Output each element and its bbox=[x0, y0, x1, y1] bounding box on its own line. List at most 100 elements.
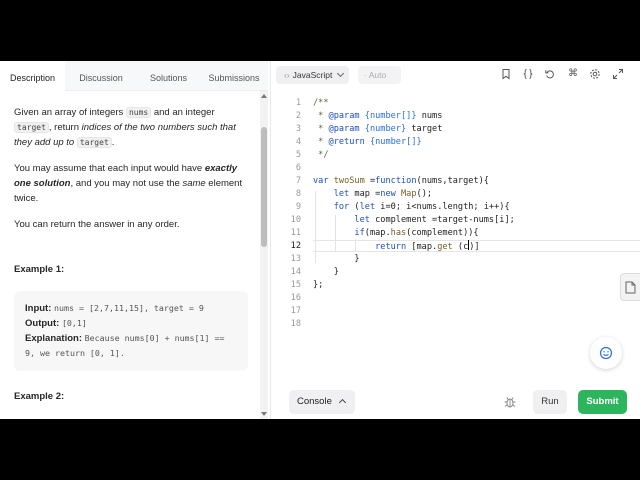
text: You may assume that each input would hav… bbox=[14, 163, 205, 174]
code-line: 4 * @return {number[]} bbox=[271, 136, 640, 148]
line-number: 17 bbox=[290, 306, 301, 316]
code-braces-icon: ‹› bbox=[284, 70, 290, 80]
code-braces-icon[interactable] bbox=[522, 68, 534, 80]
code-text: return [map.get (c)] bbox=[375, 240, 480, 252]
problem-description: Given an array of integers nums and an i… bbox=[14, 105, 248, 404]
settings-icon[interactable] bbox=[589, 68, 601, 80]
description-paragraph-2: You may assume that each input would hav… bbox=[14, 161, 248, 206]
explanation-label: Explanation: bbox=[25, 333, 83, 344]
scroll-down-arrow[interactable] bbox=[261, 412, 267, 416]
example-1-box: Input: nums = [2,7,11,15], target = 9 Ou… bbox=[14, 291, 248, 371]
code-line: 14 } bbox=[271, 266, 640, 278]
text: , and you may not use the bbox=[70, 178, 183, 189]
line-number: 6 bbox=[295, 163, 301, 173]
inline-code: target bbox=[14, 122, 49, 133]
code-line: 3 * @param {number} target bbox=[271, 123, 640, 135]
debug-icon[interactable] bbox=[503, 395, 517, 409]
problem-tabs: Description Discussion Solutions Submiss… bbox=[0, 61, 268, 91]
console-label: Console bbox=[297, 396, 332, 407]
reset-icon[interactable] bbox=[544, 68, 556, 80]
language-label: JavaScript bbox=[292, 70, 333, 80]
line-number: 5 bbox=[295, 150, 301, 160]
input-label: Input: bbox=[25, 303, 52, 314]
tab-submissions[interactable]: Submissions bbox=[200, 61, 268, 91]
input-value: nums = [2,7,11,15], target = 9 bbox=[54, 303, 204, 313]
line-number: 12 bbox=[290, 241, 301, 251]
output-value: [0,1] bbox=[61, 318, 87, 328]
app-window: Description Discussion Solutions Submiss… bbox=[0, 61, 640, 419]
code-text: * @param {number[]} nums bbox=[313, 111, 443, 121]
submit-button[interactable]: Submit bbox=[578, 390, 627, 414]
line-number: 8 bbox=[295, 189, 301, 199]
text: , return bbox=[48, 122, 82, 133]
bookmark-icon[interactable] bbox=[500, 68, 512, 80]
notes-side-tab[interactable] bbox=[620, 273, 640, 301]
editor-panel: ‹› JavaScript · Auto ⌘ 1 /** 2 * @param … bbox=[270, 61, 640, 419]
code-line: 6 bbox=[271, 162, 640, 174]
line-number: 14 bbox=[290, 267, 301, 277]
code-text: var twoSum =function(nums,target){ bbox=[313, 176, 489, 186]
line-number: 10 bbox=[290, 215, 301, 225]
code-text: */ bbox=[313, 150, 329, 160]
code-text: for (let i=0; i<nums.length; i++){ bbox=[333, 202, 510, 212]
description-paragraph-1: Given an array of integers nums and an i… bbox=[14, 105, 248, 150]
code-text: }; bbox=[313, 280, 324, 290]
inline-code: nums bbox=[125, 107, 152, 118]
scroll-up-arrow[interactable] bbox=[261, 94, 267, 98]
chat-button[interactable] bbox=[590, 337, 622, 369]
line-number: 16 bbox=[290, 293, 301, 303]
code-line: 5 */ bbox=[271, 149, 640, 161]
description-scrollbar[interactable] bbox=[260, 91, 268, 419]
code-line: 1 /** bbox=[271, 97, 640, 109]
line-number: 9 bbox=[295, 202, 301, 212]
description-paragraph-3: You can return the answer in any order. bbox=[14, 219, 180, 230]
line-number: 13 bbox=[290, 254, 301, 264]
editor-toolbar: ‹› JavaScript · Auto ⌘ bbox=[271, 61, 640, 91]
tab-solutions[interactable]: Solutions bbox=[137, 61, 200, 91]
tab-discussion[interactable]: Discussion bbox=[65, 61, 137, 91]
example-2-title: Example 2: bbox=[14, 391, 65, 402]
code-text: } bbox=[313, 254, 360, 264]
chevron-down-icon bbox=[336, 69, 345, 78]
output-label: Output: bbox=[25, 318, 60, 329]
inline-code: target bbox=[76, 137, 112, 148]
example-1-title: Example 1: bbox=[14, 264, 65, 275]
code-line: 16 bbox=[271, 292, 640, 304]
code-line: 11 if(map.has(complement)){ bbox=[271, 227, 640, 239]
line-number: 7 bbox=[295, 176, 301, 186]
tab-description[interactable]: Description bbox=[0, 61, 65, 91]
code-line: 18 bbox=[271, 318, 640, 330]
description-panel: Description Discussion Solutions Submiss… bbox=[0, 61, 268, 419]
command-icon[interactable]: ⌘ bbox=[567, 68, 579, 80]
text: Given an array of integers bbox=[14, 107, 126, 118]
code-text: let map =new Map(); bbox=[333, 189, 433, 199]
line-number: 4 bbox=[295, 137, 301, 147]
auto-mode-toggle[interactable]: · Auto bbox=[358, 66, 401, 84]
language-select[interactable]: ‹› JavaScript bbox=[276, 66, 349, 84]
code-text: if(map.has(complement)){ bbox=[354, 228, 479, 238]
code-line: 10 let complement =target-nums[i]; bbox=[271, 214, 640, 226]
code-line: 2 * @param {number[]} nums bbox=[271, 110, 640, 122]
scroll-thumb[interactable] bbox=[261, 127, 267, 247]
run-button[interactable]: Run bbox=[533, 390, 567, 414]
code-line: 17 bbox=[271, 305, 640, 317]
code-editor[interactable]: 1 /** 2 * @param {number[]} nums 3 * @par… bbox=[271, 95, 640, 355]
line-number: 3 bbox=[295, 124, 301, 134]
note-icon bbox=[625, 281, 636, 294]
line-number: 2 bbox=[295, 111, 301, 121]
console-button[interactable]: Console bbox=[289, 390, 355, 414]
code-line: 7 var twoSum =function(nums,target){ bbox=[271, 175, 640, 187]
editor-bottom-bar: Console Run Submit bbox=[271, 386, 640, 419]
text-cursor bbox=[468, 240, 470, 250]
code-text: * @return {number[]} bbox=[313, 137, 422, 147]
code-line: 13 } bbox=[271, 253, 640, 265]
line-number: 18 bbox=[290, 319, 301, 329]
italic-text: same bbox=[182, 178, 206, 189]
code-text: let complement =target-nums[i]; bbox=[354, 215, 515, 225]
code-text: } bbox=[313, 267, 339, 277]
line-number: 1 bbox=[295, 98, 301, 108]
line-number: 15 bbox=[290, 280, 301, 290]
line-number: 11 bbox=[290, 228, 301, 238]
expand-icon[interactable] bbox=[612, 68, 624, 80]
code-line: 15}; bbox=[271, 279, 640, 291]
